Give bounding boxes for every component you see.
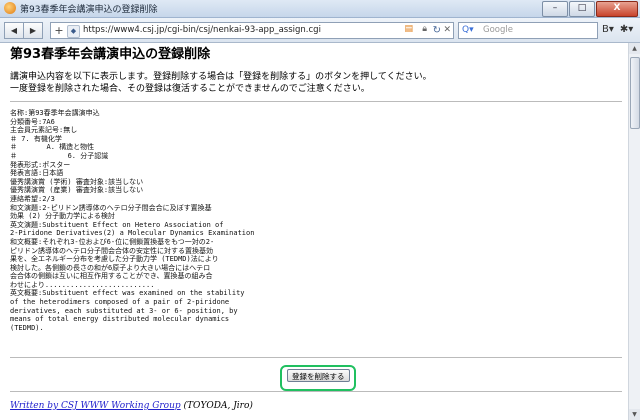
record-line: of the heterodimers composed of a pair o… [10, 298, 230, 307]
feed-icon[interactable]: ▤ [404, 24, 413, 34]
search-input[interactable]: Google [483, 23, 513, 38]
url-text[interactable]: https://www4.csj.jp/cgi-bin/csj/nenkai-9… [83, 25, 321, 35]
reload-icon[interactable]: ↻ [433, 23, 441, 38]
search-engine-icon[interactable]: Q▾ [462, 23, 474, 38]
record-line: ＃ A. 構造と物性 [10, 143, 95, 152]
record-line: 名称:第93春季年会講演申込 [10, 109, 100, 117]
scroll-up-icon[interactable]: ▲ [629, 43, 640, 54]
page-menu-icon[interactable]: B▾ [602, 22, 614, 37]
vertical-scrollbar[interactable]: ▲ ▼ [628, 43, 640, 420]
page-title: 第93春季年会講演申込の登録削除 [10, 47, 211, 62]
minimize-button[interactable]: – [542, 1, 568, 17]
record-line: 検討した。各側鎖の長さの和が6原子より大きい場合にはヘテロ [10, 263, 211, 272]
stop-icon[interactable]: ✕ [443, 23, 451, 38]
new-tab-icon[interactable]: + [53, 23, 65, 38]
record-line: 和文演題:2-ピリドン誘導体のヘテロ分子間会合に及ぼす置換基 [10, 203, 212, 212]
footer-author: (TOYODA, Jiro) [183, 401, 253, 411]
record-line: derivatives, each substituted at 3- or 6… [10, 306, 238, 315]
record-line: 分類番号:7A6 [10, 117, 55, 126]
window-title: 第93春季年会講演申込の登録削除 [20, 5, 158, 15]
divider-bottom [10, 391, 622, 392]
intro-text: 講演申込内容を以下に表示します。登録削除する場合は「登録を削除する」のボタンを押… [10, 71, 432, 95]
window-controls: – □ X [541, 1, 638, 17]
record-line: 主会員元素記号:無し [10, 126, 78, 135]
divider-top [10, 101, 622, 102]
intro-line-1: 講演申込内容を以下に表示します。登録削除する場合は「登録を削除する」のボタンを押… [10, 72, 432, 82]
close-window-button[interactable]: X [596, 1, 638, 17]
record-line: means of total energy distributed molecu… [10, 315, 230, 324]
record-line: ピリドン誘導体のヘテロ分子間会合体の安定性に対する置換基効 [10, 246, 213, 255]
registration-record: 名称:第93春季年会講演申込 分類番号:7A6 主会員元素記号:無し＃ 7. 有機化… [10, 109, 254, 332]
nav-buttons: ◀ ▶ [4, 22, 43, 39]
address-bar[interactable]: + ◆ https://www4.csj.jp/cgi-bin/csj/nenk… [50, 22, 454, 39]
footer-link[interactable]: Written by CSJ WWW Working Group [10, 401, 181, 411]
page-content: 第93春季年会講演申込の登録削除 講演申込内容を以下に表示します。登録削除する場… [10, 43, 626, 420]
tools-menu-icon[interactable]: ✱▾ [620, 22, 633, 37]
record-line: 発表形式:ポスター [10, 160, 71, 169]
record-line: ＃ 6. 分子認識 [10, 151, 109, 160]
toolbar-menus: B▾ ✱▾ [602, 22, 639, 37]
intro-line-2: 一度登録を削除された場合、その登録は復活することができませんのでご注意ください。 [10, 84, 370, 94]
record-line: 和文概要:それぞれ3-位および6-位に側鎖置換基をもつ一対の2- [10, 237, 215, 246]
record-line: 果を、全エネルギー分布を考慮した分子動力学 (TEDMD)法により [10, 255, 219, 264]
search-box[interactable]: Q▾ Google [458, 22, 598, 39]
window-titlebar: 第93春季年会講演申込の登録削除 – □ X [0, 0, 640, 18]
record-line: 会合体の側鎖は互いに相互作用することができ、置換基の組み合 [10, 272, 213, 281]
maximize-button[interactable]: □ [569, 1, 595, 17]
record-line: 英文概要:Substituent effect was examined on … [10, 289, 245, 298]
browser-toolbar: ◀ ▶ + ◆ https://www4.csj.jp/cgi-bin/csj/… [0, 18, 640, 43]
back-button[interactable]: ◀ [4, 22, 24, 39]
record-line: 英文演題:Substituent Effect on Hetero Associ… [10, 220, 224, 229]
site-identity-icon[interactable]: ◆ [67, 25, 80, 38]
delete-registration-button[interactable]: 登録を削除する [287, 369, 350, 382]
footer: Written by CSJ WWW Working Group (TOYODA… [10, 401, 253, 411]
forward-button[interactable]: ▶ [24, 22, 43, 39]
padlock-icon: 🔒︎ [422, 24, 427, 34]
divider-middle [10, 357, 622, 358]
record-line: 発表言語:日本語 [10, 169, 64, 178]
record-line: 連絡希望:2/3 [10, 194, 55, 203]
record-line: 優秀講演賞 (産業) 審査対象:該当しない [10, 186, 144, 195]
scroll-down-icon[interactable]: ▼ [629, 409, 640, 420]
record-line: 効果 (2) 分子動力学による検討 [10, 212, 115, 221]
browser-app-icon [4, 2, 16, 14]
record-line: (TEDMD). [10, 323, 44, 332]
scrollbar-thumb[interactable] [630, 57, 640, 129]
record-line: 2-Piridone Derivatives(2) a Molecular Dy… [10, 229, 255, 238]
